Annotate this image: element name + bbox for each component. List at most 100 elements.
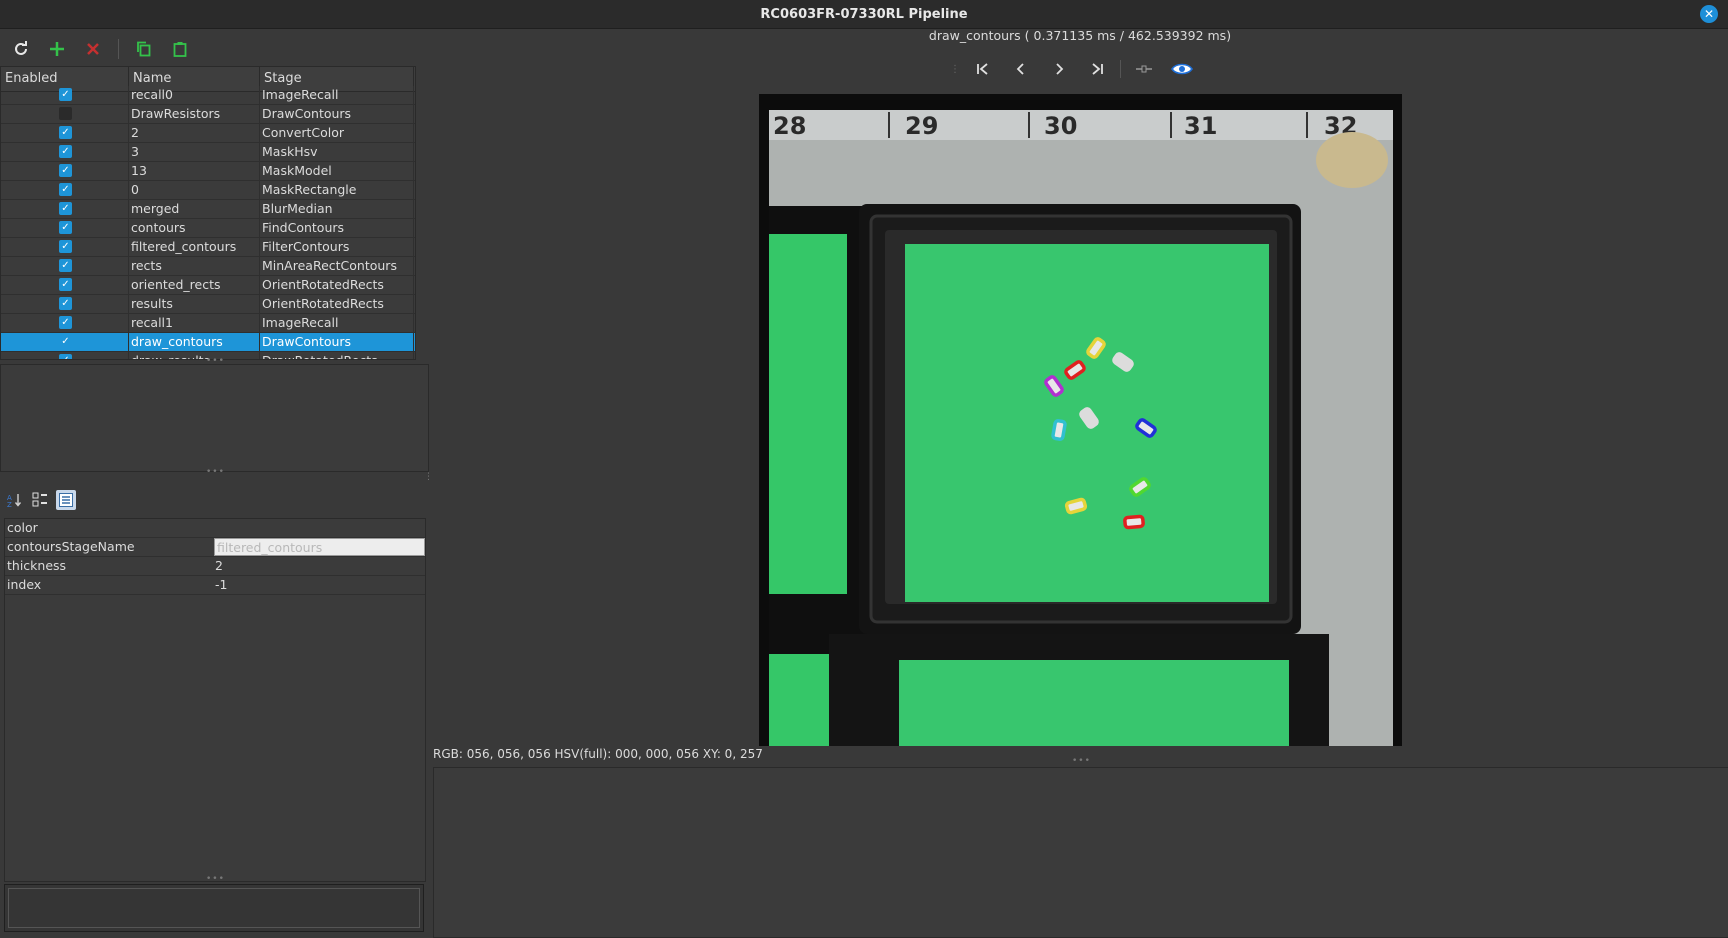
enabled-cell[interactable]: ✓ [1, 143, 129, 161]
enabled-cell[interactable]: ✓ [1, 200, 129, 218]
stage-name-cell[interactable]: filtered_contours [129, 238, 260, 256]
stage-name-cell[interactable]: 3 [129, 143, 260, 161]
stage-name-cell[interactable]: rects [129, 257, 260, 275]
previous-stage-button[interactable] [1006, 58, 1036, 80]
stage-type-cell[interactable]: ImageRecall [260, 314, 414, 332]
enabled-cell[interactable]: ✓ [1, 124, 129, 142]
enabled-checkbox[interactable]: ✓ [59, 145, 72, 158]
stage-name-cell[interactable]: draw_contours [129, 333, 260, 351]
property-value[interactable]: -1 [213, 576, 425, 594]
splitter-handle[interactable]: ••• [206, 467, 225, 477]
stage-name-cell[interactable]: oriented_rects [129, 276, 260, 294]
stage-type-cell[interactable]: MaskModel [260, 162, 414, 180]
enabled-checkbox[interactable] [59, 107, 72, 120]
stage-name-cell[interactable]: recall1 [129, 314, 260, 332]
sort-alphabetical-button[interactable]: AZ [4, 490, 24, 510]
enabled-checkbox[interactable]: ✓ [59, 183, 72, 196]
table-row[interactable]: ✓ draw_contours DrawContours [1, 333, 415, 352]
enabled-cell[interactable] [1, 105, 129, 123]
table-row[interactable]: DrawResistors DrawContours [1, 105, 415, 124]
categorized-view-button[interactable] [30, 490, 50, 510]
refresh-button[interactable] [4, 35, 38, 63]
enabled-checkbox[interactable]: ✓ [59, 240, 72, 253]
table-row[interactable]: ✓ merged BlurMedian [1, 200, 415, 219]
stage-type-cell[interactable]: FilterContours [260, 238, 414, 256]
stage-name-cell[interactable]: 2 [129, 124, 260, 142]
enabled-checkbox[interactable]: ✓ [59, 164, 72, 177]
pin-view-button[interactable] [1129, 58, 1159, 80]
stage-type-cell[interactable]: ConvertColor [260, 124, 414, 142]
enabled-checkbox[interactable]: ✓ [59, 221, 72, 234]
table-row[interactable]: ✓ 3 MaskHsv [1, 143, 415, 162]
stage-type-cell[interactable]: DrawRotatedRects [260, 352, 414, 359]
stage-name-cell[interactable]: DrawResistors [129, 105, 260, 123]
enabled-checkbox[interactable]: ✓ [59, 335, 72, 348]
table-row[interactable]: ✓ results OrientRotatedRects [1, 295, 415, 314]
table-row[interactable]: ✓ oriented_rects OrientRotatedRects [1, 276, 415, 295]
property-row-color[interactable]: color [5, 519, 425, 538]
splitter-handle[interactable]: ••• [1072, 756, 1091, 766]
enabled-checkbox[interactable]: ✓ [59, 354, 72, 359]
stage-name-cell[interactable]: merged [129, 200, 260, 218]
enabled-checkbox[interactable]: ✓ [59, 126, 72, 139]
stage-name-cell[interactable]: 0 [129, 181, 260, 199]
enabled-cell[interactable]: ✓ [1, 276, 129, 294]
table-row[interactable]: ✓ 2 ConvertColor [1, 124, 415, 143]
contours-stage-name-input[interactable]: filtered_contours [214, 538, 425, 556]
table-row[interactable]: ✓ 0 MaskRectangle [1, 181, 415, 200]
stage-type-cell[interactable]: MaskRectangle [260, 181, 414, 199]
table-row[interactable]: ✓ recall0 ImageRecall [1, 86, 415, 105]
first-stage-button[interactable] [968, 58, 998, 80]
stage-name-cell[interactable]: recall0 [129, 86, 260, 104]
enabled-cell[interactable]: ✓ [1, 86, 129, 104]
enabled-checkbox[interactable]: ✓ [59, 259, 72, 272]
add-stage-button[interactable] [40, 35, 74, 63]
enabled-cell[interactable]: ✓ [1, 162, 129, 180]
close-window-button[interactable]: ✕ [1700, 5, 1718, 23]
enabled-checkbox[interactable]: ✓ [59, 202, 72, 215]
enabled-cell[interactable]: ✓ [1, 257, 129, 275]
stage-type-cell[interactable]: ImageRecall [260, 86, 414, 104]
last-stage-button[interactable] [1082, 58, 1112, 80]
paste-button[interactable] [163, 35, 197, 63]
property-row-thickness[interactable]: thickness 2 [5, 557, 425, 576]
enabled-cell[interactable]: ✓ [1, 181, 129, 199]
property-row-contours-stage-name[interactable]: contoursStageName filtered_contours [5, 538, 425, 557]
property-row-index[interactable]: index -1 [5, 576, 425, 595]
next-stage-button[interactable] [1044, 58, 1074, 80]
enabled-cell[interactable]: ✓ [1, 295, 129, 313]
stage-type-cell[interactable]: DrawContours [260, 333, 414, 351]
enabled-cell[interactable]: ✓ [1, 238, 129, 256]
stage-type-cell[interactable]: DrawContours [260, 105, 414, 123]
enabled-checkbox[interactable]: ✓ [59, 88, 72, 101]
table-row[interactable]: ✓ 13 MaskModel [1, 162, 415, 181]
table-row[interactable]: ✓ filtered_contours FilterContours [1, 238, 415, 257]
property-value[interactable] [213, 519, 425, 537]
enabled-cell[interactable]: ✓ [1, 219, 129, 237]
stage-name-cell[interactable]: 13 [129, 162, 260, 180]
stage-type-cell[interactable]: OrientRotatedRects [260, 276, 414, 294]
toggle-view-button[interactable] [1167, 58, 1197, 80]
table-row[interactable]: ✓ rects MinAreaRectContours [1, 257, 415, 276]
enabled-cell[interactable]: ✓ [1, 314, 129, 332]
stage-type-cell[interactable]: MaskHsv [260, 143, 414, 161]
stage-type-cell[interactable]: OrientRotatedRects [260, 295, 414, 313]
enabled-cell[interactable]: ✓ [1, 333, 129, 351]
copy-button[interactable] [127, 35, 161, 63]
splitter-handle-vertical[interactable]: ⋮ [424, 472, 434, 482]
property-pages-button[interactable] [56, 490, 76, 510]
stage-name-cell[interactable]: results [129, 295, 260, 313]
enabled-checkbox[interactable]: ✓ [59, 297, 72, 310]
stage-type-cell[interactable]: BlurMedian [260, 200, 414, 218]
property-value[interactable]: 2 [213, 557, 425, 575]
table-row[interactable]: ✓ recall1 ImageRecall [1, 314, 415, 333]
enabled-checkbox[interactable]: ✓ [59, 316, 72, 329]
stage-type-cell[interactable]: MinAreaRectContours [260, 257, 414, 275]
remove-stage-button[interactable] [76, 35, 110, 63]
splitter-handle[interactable]: ••• [206, 874, 225, 884]
enabled-cell[interactable]: ✓ [1, 352, 129, 359]
stage-type-cell[interactable]: FindContours [260, 219, 414, 237]
stage-image-viewer[interactable]: 28 29 30 31 32 [759, 94, 1402, 746]
table-row[interactable]: ✓ contours FindContours [1, 219, 415, 238]
stage-name-cell[interactable]: draw_results [129, 352, 260, 359]
